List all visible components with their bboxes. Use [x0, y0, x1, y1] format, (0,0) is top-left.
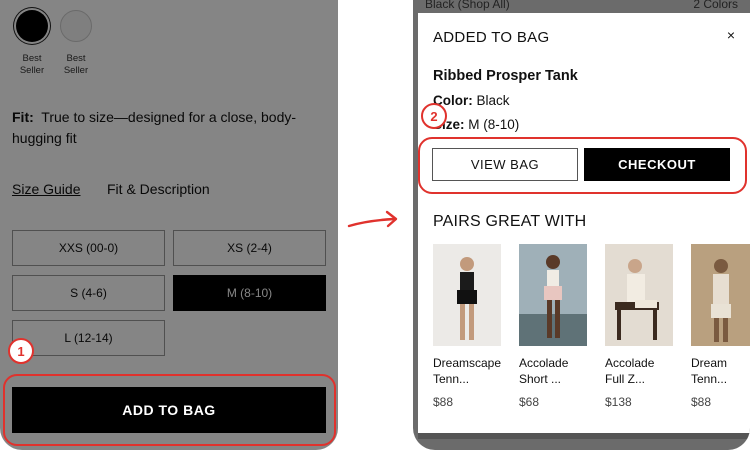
checkout-button[interactable]: CHECKOUT: [584, 148, 730, 181]
recommendation-name: Accolade Full Z...: [605, 356, 655, 386]
step-badge-1: 1: [8, 338, 34, 364]
added-to-bag-modal: ADDED TO BAG × Ribbed Prosper Tank Color…: [418, 13, 750, 439]
size-option-xxs[interactable]: XXS (00-0): [12, 230, 165, 266]
product-image: [433, 244, 501, 346]
color-swatch-white[interactable]: [60, 10, 92, 42]
background-color-text: Black (Shop All): [425, 0, 510, 11]
size-option-l[interactable]: L (12-14): [12, 320, 165, 356]
size-guide-link[interactable]: Size Guide: [12, 181, 80, 197]
size-value: M (8-10): [468, 117, 520, 132]
recommendation-price: $68: [519, 395, 540, 409]
fit-value: True to size—designed for a close, body-…: [12, 109, 297, 146]
size-option-s[interactable]: S (4-6): [12, 275, 165, 311]
recommendation-price: $88: [691, 395, 712, 409]
step-badge-2: 2: [421, 103, 447, 129]
fit-description-link[interactable]: Fit & Description: [107, 181, 210, 197]
product-name: Ribbed Prosper Tank: [433, 68, 578, 84]
background-product-header: Black (Shop All) 2 Colors: [425, 0, 738, 11]
recommendation-item[interactable]: Dream Tenn... $88: [691, 244, 750, 409]
swatch-label: Best Seller: [63, 53, 89, 76]
modal-title: ADDED TO BAG: [433, 29, 550, 46]
size-option-m-selected[interactable]: M (8-10): [173, 275, 326, 311]
swatch-label: Best Seller: [19, 53, 45, 76]
background-colors-count: 2 Colors: [693, 0, 738, 11]
view-bag-button[interactable]: VIEW BAG: [432, 148, 578, 181]
modal-bottom-edge: [418, 433, 750, 439]
recommendation-name: Dreamscape Tenn...: [433, 356, 502, 386]
recommendation-item[interactable]: Accolade Short ... $68: [519, 244, 589, 409]
add-to-bag-button[interactable]: ADD TO BAG: [12, 387, 326, 433]
recommendation-price: $138: [605, 395, 632, 409]
recommendation-item[interactable]: Accolade Full Z... $138: [605, 244, 675, 409]
color-value: Black: [476, 93, 510, 108]
size-option-xs[interactable]: XS (2-4): [173, 230, 326, 266]
added-to-bag-screen: Black (Shop All) 2 Colors ADDED TO BAG ×…: [413, 0, 750, 450]
close-icon[interactable]: ×: [727, 27, 735, 43]
fit-label: Fit:: [12, 109, 34, 125]
recommendation-name: Accolade Short ...: [519, 356, 569, 386]
recommendation-item[interactable]: Dreamscape Tenn... $88: [433, 244, 503, 409]
product-image: [519, 244, 587, 346]
product-image: [605, 244, 673, 346]
transition-arrow-icon: [347, 210, 398, 228]
product-image: [691, 244, 750, 346]
recommendation-name: Dream Tenn...: [691, 356, 728, 386]
pairs-great-with-heading: PAIRS GREAT WITH: [433, 213, 587, 230]
fit-description-text: Fit: True to size—designed for a close, …: [12, 107, 322, 149]
color-swatch-black[interactable]: [16, 10, 48, 42]
recommendation-price: $88: [433, 395, 454, 409]
product-detail-screen: Best Seller Best Seller Fit: True to siz…: [0, 0, 338, 450]
product-color: Color: Black: [433, 93, 510, 108]
